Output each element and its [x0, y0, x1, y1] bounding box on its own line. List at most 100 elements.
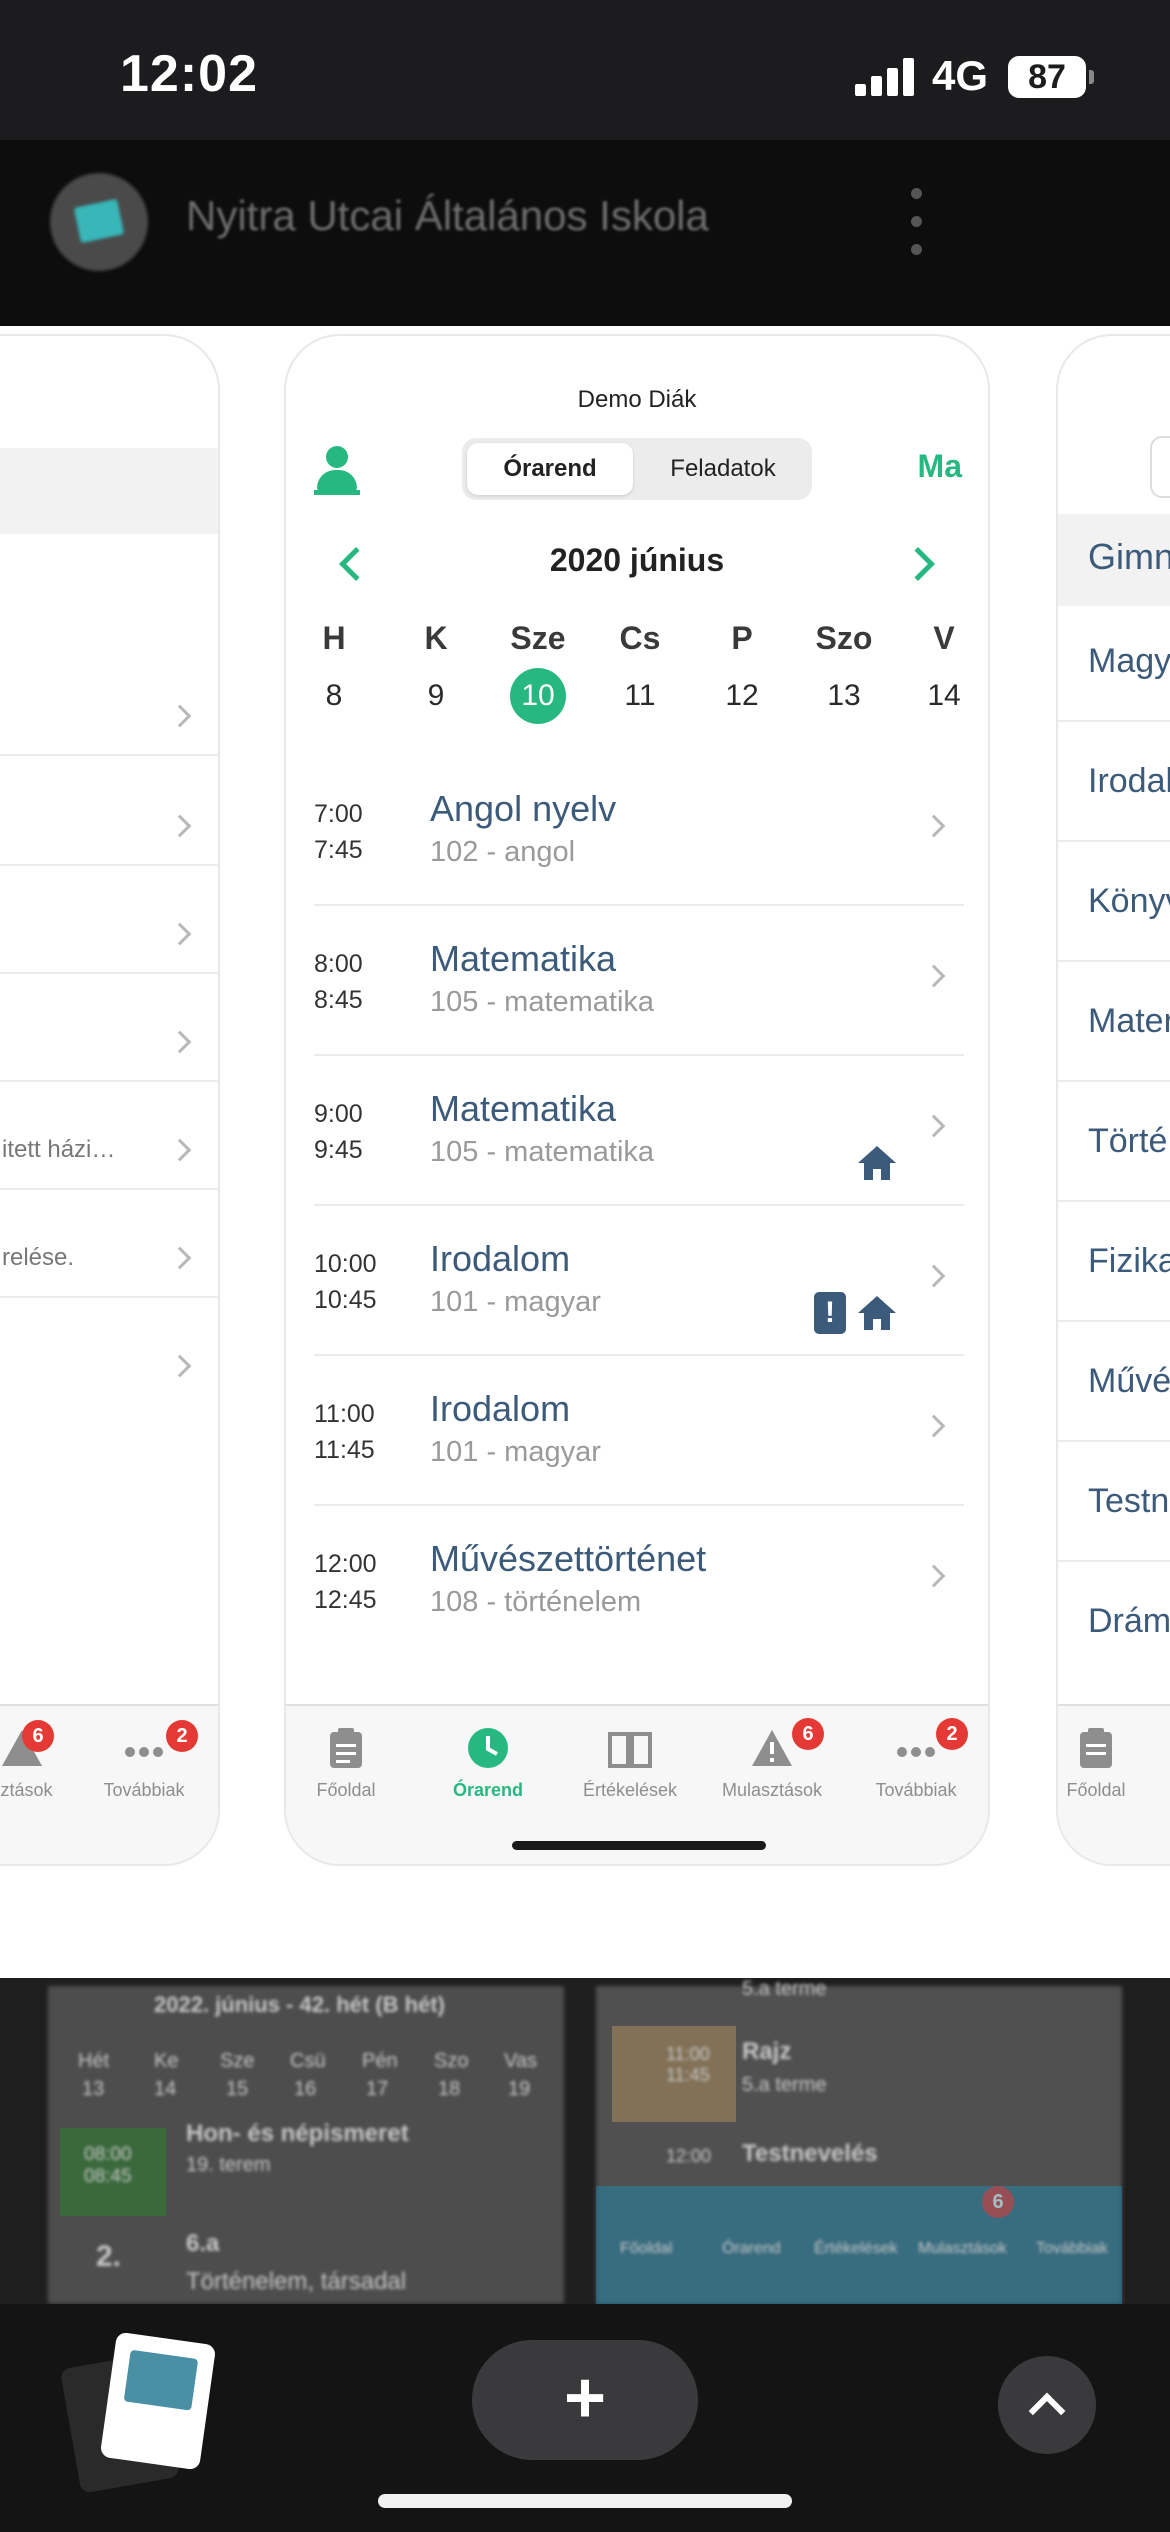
list-divider [1058, 720, 1170, 722]
lesson-start: 11:00 [314, 1400, 375, 1428]
tab-label: Főoldal [316, 1780, 376, 1800]
tab-fooldal: Főoldal [1058, 1726, 1166, 1801]
tab-fooldal: Főoldal [286, 1726, 416, 1801]
segment-orarend: Órarend [467, 443, 633, 495]
tab-label: Továbbiak [1036, 2240, 1109, 2257]
school-logo[interactable] [50, 173, 148, 271]
weekday-label: K [424, 620, 448, 656]
lesson-room: 105 - matematika [430, 986, 655, 1018]
day-number: 11 [624, 679, 656, 712]
thumbnail-front[interactable] [99, 2331, 217, 2471]
lesson-row: 9:00 9:45 Matematika 105 - matematika [314, 1056, 964, 1206]
more-icon [125, 1747, 163, 1757]
profile-icon [314, 446, 360, 496]
chevron-right-icon [168, 1138, 192, 1162]
list-item: Művé [1088, 1362, 1170, 1400]
tab-bar: Főoldal [1058, 1704, 1170, 1864]
thumbnail-image [123, 2349, 199, 2411]
lesson-end: 8:45 [314, 986, 363, 1014]
list-divider [1058, 1200, 1170, 1202]
weekday-label: Cs [619, 620, 661, 656]
tab-label: Főoldal [1066, 1780, 1126, 1800]
tab-label: Főoldal [620, 2240, 673, 2257]
background-screens: 2022. június - 42. hét (B hét) Hét Ke Sz… [0, 1978, 1170, 2304]
chevron-right-icon [922, 1564, 946, 1588]
list-divider [1058, 1440, 1170, 1442]
chevron-right-icon [168, 922, 192, 946]
day-number: 12 [725, 679, 759, 712]
list-divider [0, 1296, 218, 1298]
clipboard-icon [330, 1728, 362, 1768]
scroll-up-button[interactable] [998, 2356, 1096, 2454]
day-number-selected: 10 [510, 668, 566, 724]
app-screenshots-panel[interactable]: itett házi… relése. sztások 6 Továbbiak … [0, 326, 1170, 1978]
weekday-label: Ke [154, 2050, 179, 2072]
lesson-time: 12:00 [666, 2146, 712, 2166]
lesson-end: 10:45 [314, 1286, 377, 1314]
school-name: Nyitra Utcai Általános Iskola [186, 192, 709, 239]
home-icon [858, 1146, 896, 1180]
lesson-title: Testnevelés [742, 2140, 878, 2167]
lesson-subject: Művészettörténet [430, 1538, 707, 1579]
chevron-right-icon [168, 1246, 192, 1270]
day-number: 16 [294, 2078, 317, 2100]
clock-icon [468, 1728, 508, 1768]
lesson-subject: Angol nyelv [430, 788, 617, 829]
lesson-title: Történelem, társadal [186, 2268, 407, 2295]
tab-label: Továbbiak [875, 1780, 957, 1800]
lesson-start: 10:00 [314, 1250, 377, 1278]
tab-label: sztások [0, 1780, 53, 1800]
chevron-up-icon [1028, 2392, 1066, 2430]
tab-ertekelesek: Értékelések [560, 1726, 700, 1801]
lesson-row: 10:00 10:45 Irodalom 101 - magyar ! [314, 1206, 964, 1356]
lesson-room: 101 - magyar [430, 1436, 601, 1468]
app-header: Nyitra Utcai Általános Iskola [0, 140, 1170, 326]
notification-badge: 2 [936, 1718, 968, 1750]
list-item: Testn [1088, 1482, 1170, 1520]
list-divider [1058, 1560, 1170, 1562]
list-item: Drám [1088, 1602, 1170, 1640]
day-number: 15 [226, 2078, 249, 2100]
segment-feladatok: Feladatok [670, 455, 776, 482]
weekday-label: Csü [290, 2050, 326, 2072]
weekday-label: Sze [510, 620, 566, 656]
day-number: 18 [438, 2078, 461, 2100]
lesson-room: 102 - angol [430, 836, 576, 868]
day-number: 8 [325, 679, 343, 712]
clipboard-icon [1080, 1728, 1112, 1768]
section-header [0, 448, 218, 534]
tab-label: Értékelések [582, 1780, 678, 1800]
more-menu-icon[interactable] [906, 188, 926, 258]
book-icon [608, 1732, 652, 1768]
left-phone-screenshot: itett házi… relése. sztások 6 Továbbiak … [0, 334, 220, 1866]
chevron-right-icon [168, 1030, 192, 1054]
lesson-start: 12:00 [314, 1550, 377, 1578]
list-divider [0, 1188, 218, 1190]
section-title: Gimn [1088, 536, 1170, 577]
home-icon [858, 1296, 896, 1330]
student-name: Demo Diák [577, 386, 697, 413]
network-type: 4G [932, 52, 989, 99]
status-bar: 12:02 4G 87 [0, 0, 1170, 140]
list-divider [0, 1080, 218, 1082]
lesson-row: 8:00 8:45 Matematika 105 - matematika [314, 906, 964, 1056]
lesson-end: 7:45 [314, 836, 363, 864]
battery-tip [1089, 70, 1094, 84]
lesson-end: 9:45 [314, 1136, 363, 1164]
chevron-right-icon [922, 1414, 946, 1438]
day-number: 13 [82, 2078, 105, 2100]
add-button[interactable]: + [472, 2340, 698, 2460]
chevron-right-icon [922, 1114, 946, 1138]
weekday-label: Szo [815, 620, 873, 656]
right-phone-screenshot: Gimn Magy Irodal Könyv Mater Törté Fizik… [1056, 334, 1170, 1866]
lesson-title: Hon- és népismeret [186, 2120, 409, 2147]
tab-orarend: Órarend [418, 1726, 558, 1801]
lesson-row: 7:00 7:45 Angol nyelv 102 - angol [314, 756, 964, 906]
list-item: Magy [1088, 642, 1170, 680]
lesson-room: 101 - magyar [430, 1286, 601, 1318]
lesson-time: 11:00 11:45 [666, 2044, 710, 2085]
weekday-label: V [933, 620, 955, 656]
lesson-room: 105 - matematika [430, 1136, 655, 1168]
lesson-row: 11:00 11:45 Irodalom 101 - magyar [314, 1356, 964, 1506]
tab-bar: Főoldal Órarend Értékelések Mulasztások … [286, 1704, 988, 1864]
